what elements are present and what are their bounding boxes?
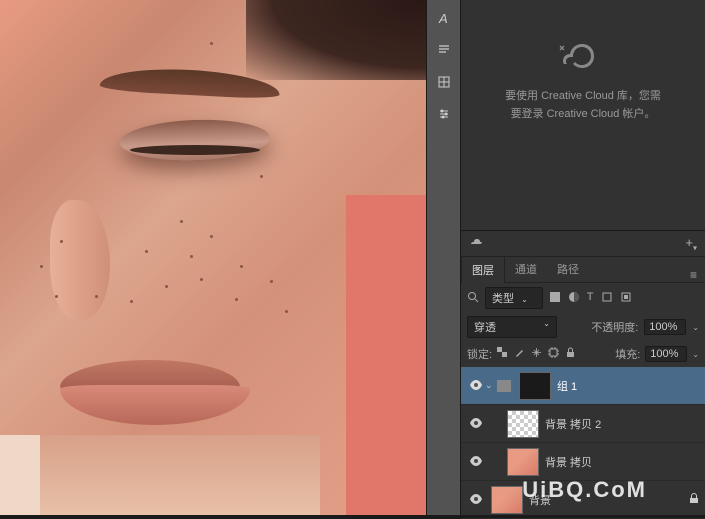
- layer-name[interactable]: 背景 拷贝 2: [545, 416, 601, 432]
- cc-login-message: 要使用 Creative Cloud 库，您需要登录 Creative Clou…: [461, 76, 705, 123]
- filter-adjustment-icon[interactable]: [568, 291, 580, 306]
- libraries-panel: 要使用 Creative Cloud 库，您需要登录 Creative Clou…: [461, 0, 705, 230]
- layer-group-1[interactable]: ⌄ 组 1: [461, 367, 705, 405]
- character-panel-icon[interactable]: A: [429, 4, 459, 32]
- lock-pixels-icon[interactable]: [514, 347, 525, 361]
- blend-mode-select[interactable]: 穿透⌄: [467, 316, 557, 338]
- panel-icon-bar: +▾: [461, 231, 705, 257]
- lock-all-icon[interactable]: [565, 347, 576, 361]
- canvas-area[interactable]: [0, 0, 426, 515]
- layer-thumb[interactable]: [507, 410, 539, 438]
- layer-thumb[interactable]: [507, 448, 539, 476]
- folder-icon: [497, 380, 511, 392]
- layer-name[interactable]: 组 1: [557, 378, 577, 394]
- layer-bg-copy[interactable]: 背景 拷贝: [461, 443, 705, 481]
- layers-list: ⌄ 组 1 背景 拷贝 2 背景 拷贝 背景: [461, 367, 705, 519]
- filter-type-icon[interactable]: T: [587, 291, 594, 306]
- visibility-toggle-icon[interactable]: [467, 455, 485, 469]
- cc-cloud-icon: [461, 0, 705, 76]
- layers-panel: +▾ 图层 通道 路径 ≡ 类型 ⌄ T 穿透⌄ 不透明度: 100% ⌄: [461, 230, 705, 515]
- filter-pixel-icon[interactable]: [549, 291, 561, 306]
- paragraph-panel-icon[interactable]: [429, 36, 459, 64]
- panel-menu-icon[interactable]: ≡: [682, 268, 705, 282]
- layer-filter-row: 类型 ⌄ T: [461, 283, 705, 313]
- visibility-toggle-icon[interactable]: [467, 493, 485, 507]
- filter-type-icons: T: [549, 291, 632, 306]
- opacity-chevron-icon[interactable]: ⌄: [692, 323, 699, 332]
- layer-thumb[interactable]: [491, 486, 523, 514]
- opacity-value[interactable]: 100%: [644, 319, 686, 335]
- glyphs-panel-icon[interactable]: [429, 68, 459, 96]
- tool-strip: A: [427, 0, 461, 515]
- document-image[interactable]: [0, 0, 426, 515]
- right-panel: A 要使用 Creative Cloud 库，您需要登录 Creative Cl…: [426, 0, 705, 515]
- blend-mode-row: 穿透⌄ 不透明度: 100% ⌄: [461, 313, 705, 341]
- filter-smart-icon[interactable]: [620, 291, 632, 306]
- layer-background[interactable]: 背景: [461, 481, 705, 519]
- panel-tabs: 图层 通道 路径 ≡: [461, 257, 705, 283]
- tab-layers[interactable]: 图层: [461, 256, 505, 283]
- lock-icons: [497, 347, 576, 361]
- fill-label: 填充:: [615, 346, 640, 362]
- adjustments-panel-icon[interactable]: [429, 100, 459, 128]
- group-twisty-icon[interactable]: ⌄: [485, 380, 497, 391]
- fill-chevron-icon[interactable]: ⌄: [692, 350, 699, 359]
- libraries-icon[interactable]: [469, 236, 483, 251]
- opacity-label: 不透明度:: [591, 319, 638, 335]
- filter-kind-select[interactable]: 类型 ⌄: [485, 287, 543, 309]
- lock-artboard-icon[interactable]: [548, 347, 559, 361]
- lock-icon[interactable]: [689, 493, 699, 507]
- lock-position-icon[interactable]: [531, 347, 542, 361]
- lock-row: 锁定: 填充: 100% ⌄: [461, 341, 705, 367]
- visibility-toggle-icon[interactable]: [467, 379, 485, 393]
- add-icon[interactable]: +▾: [685, 235, 697, 253]
- lock-label: 锁定:: [467, 346, 492, 362]
- layer-name[interactable]: 背景: [529, 492, 551, 508]
- layer-mask-thumb[interactable]: [519, 372, 551, 400]
- fill-value[interactable]: 100%: [645, 346, 687, 362]
- visibility-toggle-icon[interactable]: [467, 417, 485, 431]
- svg-text:A: A: [438, 11, 448, 25]
- tab-channels[interactable]: 通道: [505, 256, 547, 282]
- lock-transparency-icon[interactable]: [497, 347, 508, 361]
- layer-bg-copy-2[interactable]: 背景 拷贝 2: [461, 405, 705, 443]
- tab-paths[interactable]: 路径: [547, 256, 589, 282]
- layer-name[interactable]: 背景 拷贝: [545, 454, 592, 470]
- filter-shape-icon[interactable]: [601, 291, 613, 306]
- search-icon[interactable]: [467, 291, 479, 306]
